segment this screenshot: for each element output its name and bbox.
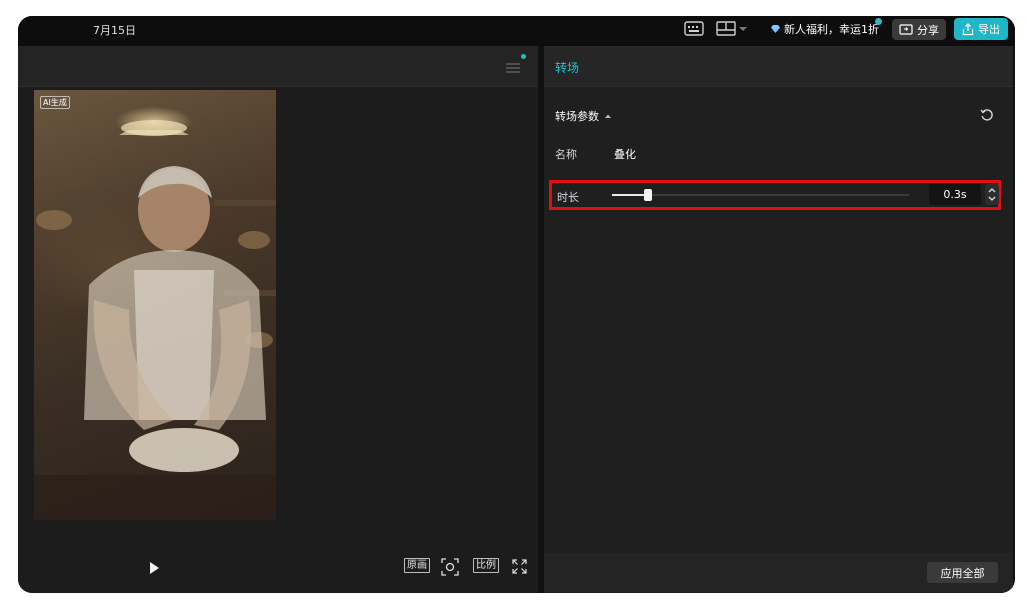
original-quality-button[interactable]: 原画 xyxy=(404,558,430,573)
duration-row: 时长 0.3s xyxy=(549,180,1001,210)
duration-label: 时长 xyxy=(557,191,579,204)
keyboard-icon[interactable] xyxy=(683,20,705,42)
stepper-icon xyxy=(988,188,996,201)
duration-slider-fill xyxy=(612,194,648,196)
name-value: 叠化 xyxy=(614,148,636,161)
play-button[interactable] xyxy=(147,560,161,580)
duration-value: 0.3s xyxy=(943,188,967,201)
apply-all-button[interactable]: 应用全部 xyxy=(927,562,998,583)
diamond-icon xyxy=(771,25,780,33)
section-title: 转场参数 xyxy=(555,110,599,123)
apply-all-label: 应用全部 xyxy=(940,566,985,580)
transition-panel: 转场 转场参数 名称 叠化 时长 0.3s 应用全部 xyxy=(544,46,1013,593)
notification-dot xyxy=(875,18,882,25)
duration-slider[interactable] xyxy=(612,189,909,201)
panel-header: 转场 xyxy=(544,46,1013,87)
aspect-ratio-button[interactable]: 比例 xyxy=(473,558,499,573)
export-label: 导出 xyxy=(978,23,1000,36)
focus-icon xyxy=(441,558,459,576)
play-icon xyxy=(150,562,159,574)
fullscreen-icon xyxy=(512,559,527,574)
ai-generated-badge: AI生成 xyxy=(40,96,70,109)
share-label: 分享 xyxy=(917,23,939,37)
upload-icon xyxy=(962,22,974,35)
share-screen-icon xyxy=(899,23,913,35)
duration-stepper[interactable] xyxy=(985,184,999,205)
duration-input[interactable]: 0.3s xyxy=(929,184,981,205)
top-bar: 7月15日 新人福利，幸运1折 分享 导出 xyxy=(18,16,1015,46)
chevron-up-icon xyxy=(605,114,611,118)
player-panel: AI生成 原画 比例 xyxy=(18,46,538,593)
layout-icon[interactable] xyxy=(715,20,751,42)
reset-icon[interactable] xyxy=(980,107,994,126)
panel-footer: 应用全部 xyxy=(544,553,1013,593)
focus-button[interactable] xyxy=(441,558,459,579)
duration-slider-handle[interactable] xyxy=(644,189,652,201)
name-label: 名称 xyxy=(555,148,577,161)
export-button[interactable]: 导出 xyxy=(954,18,1008,40)
menu-icon[interactable] xyxy=(506,59,520,78)
player-header xyxy=(18,46,538,87)
menu-notification-dot xyxy=(521,54,526,59)
share-button[interactable]: 分享 xyxy=(892,19,946,40)
video-preview[interactable]: AI生成 xyxy=(34,90,276,520)
app-window: 7月15日 新人福利，幸运1折 分享 导出 AI生成 原画 比例 转场 转场参数… xyxy=(18,16,1015,593)
promo-text: 新人福利，幸运1折 xyxy=(784,23,879,36)
video-scene-image xyxy=(34,120,276,520)
transition-params-header[interactable]: 转场参数 xyxy=(555,108,612,124)
fullscreen-button[interactable] xyxy=(512,559,527,577)
project-date: 7月15日 xyxy=(93,24,136,37)
tab-transition[interactable]: 转场 xyxy=(555,59,579,76)
promo-banner[interactable]: 新人福利，幸运1折 xyxy=(770,21,879,37)
